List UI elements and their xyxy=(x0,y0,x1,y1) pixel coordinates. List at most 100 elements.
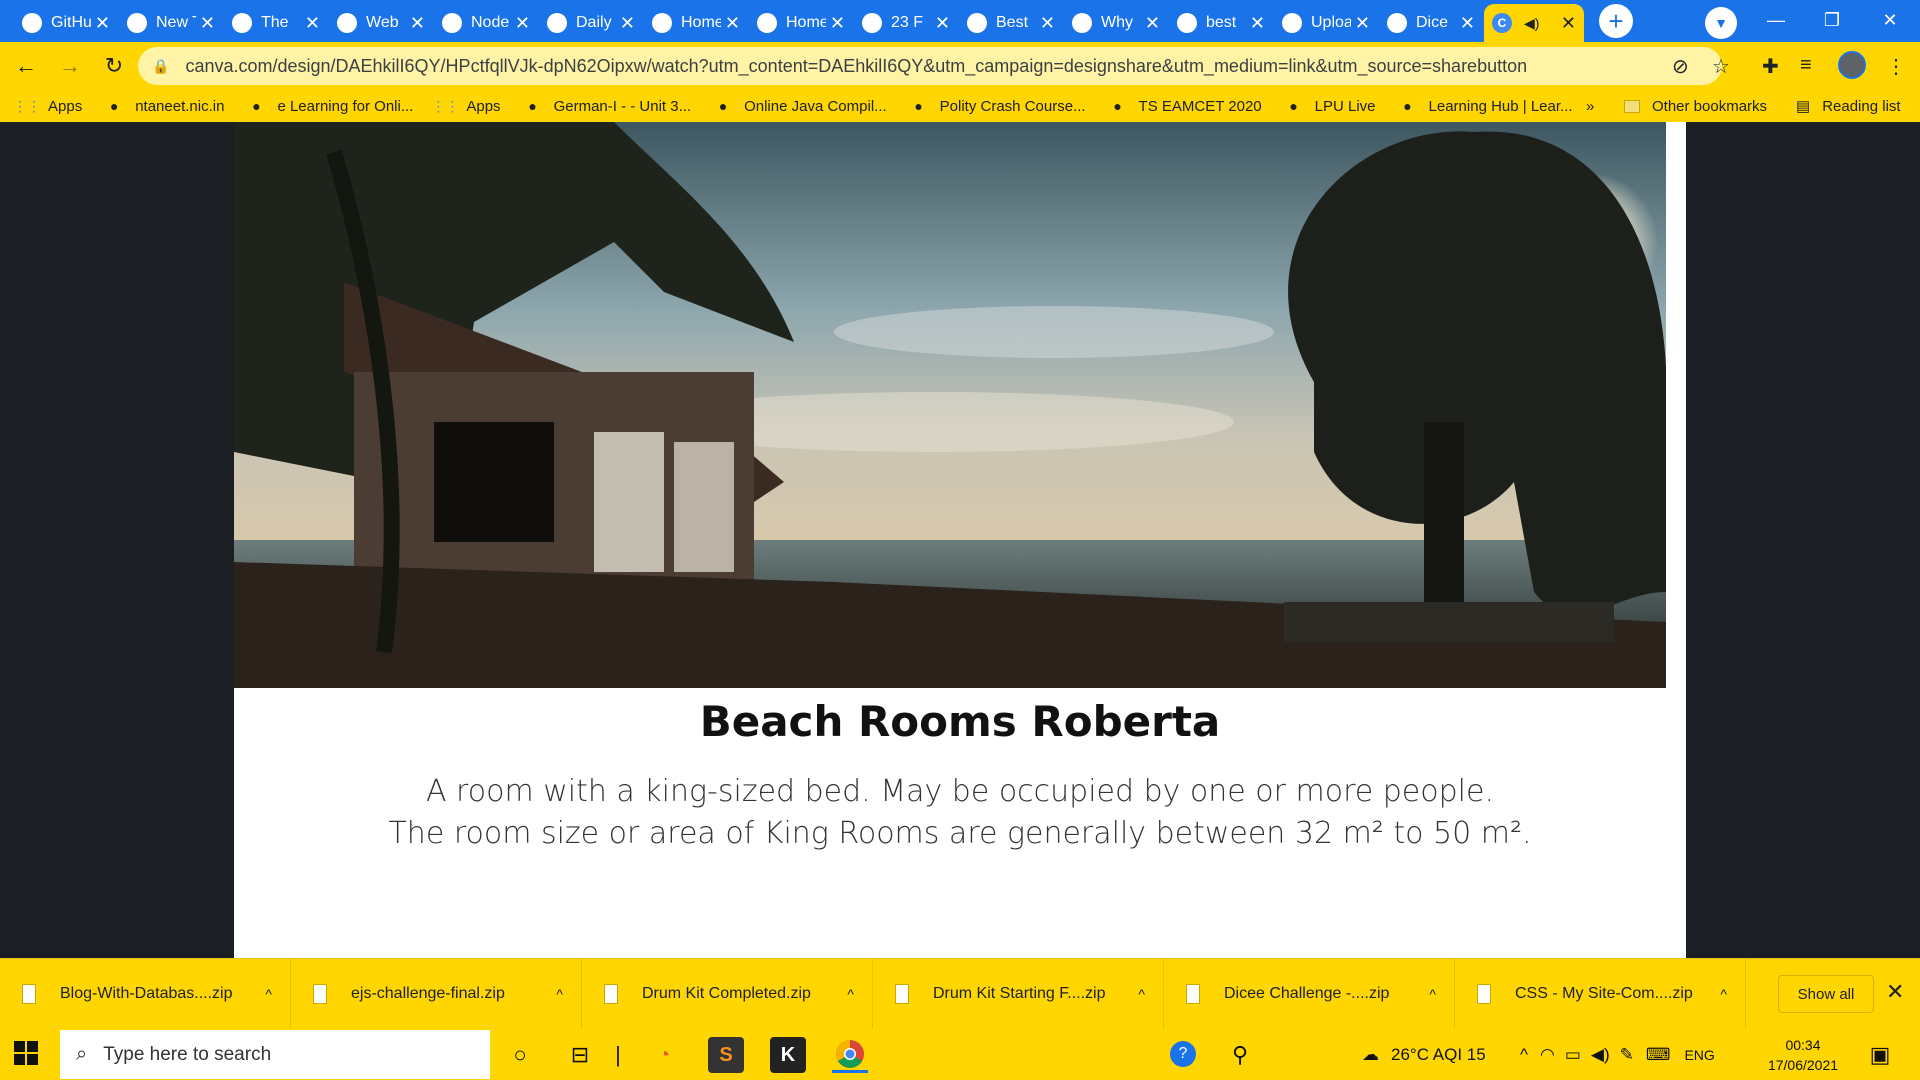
download-item[interactable]: Dicee Challenge -....zip ^ xyxy=(1164,958,1455,1030)
translate-icon[interactable]: ⊘ xyxy=(1672,54,1689,79)
lock-icon[interactable]: 🔒 xyxy=(152,58,169,75)
bookmark-item[interactable]: ● Learning Hub | Lear... xyxy=(1399,97,1572,115)
volume-icon[interactable]: ◀) xyxy=(1591,1045,1610,1065)
tab[interactable]: Best ✕ xyxy=(959,4,1063,42)
people-icon[interactable]: ⚲ xyxy=(1226,1039,1254,1071)
tab[interactable]: Dice ✕ xyxy=(1379,4,1483,42)
chevron-up-icon[interactable]: ^ xyxy=(847,986,854,1002)
reload-icon[interactable]: ↻ xyxy=(92,53,136,79)
close-tab-icon[interactable]: ✕ xyxy=(725,13,740,34)
close-tab-icon[interactable]: ✕ xyxy=(1040,13,1055,34)
sublime-text-app-icon[interactable]: S xyxy=(708,1037,744,1073)
bookmark-label: e Learning for Onli... xyxy=(277,97,414,115)
chevron-up-icon[interactable]: ^ xyxy=(1429,986,1436,1002)
tab[interactable]: Web ✕ xyxy=(329,4,433,42)
other-bookmarks[interactable]: Other bookmarks xyxy=(1624,90,1767,122)
tab-search-button[interactable]: ▼ xyxy=(1705,7,1737,39)
system-clock[interactable]: 00:34 17/06/2021 xyxy=(1760,1035,1846,1075)
wifi-icon[interactable]: ◠ xyxy=(1540,1045,1555,1065)
url-text[interactable]: canva.com/design/DAEhkilI6QY/HPctfqllVJk… xyxy=(185,56,1527,77)
cortana-icon[interactable]: ○ xyxy=(506,1039,534,1071)
chevron-up-icon[interactable]: ^ xyxy=(1138,986,1145,1002)
tab[interactable]: best ✕ xyxy=(1169,4,1273,42)
download-item[interactable]: Blog-With-Databas....zip ^ xyxy=(0,958,291,1030)
keyboard-icon[interactable]: ⌨ xyxy=(1646,1045,1671,1065)
close-tab-icon[interactable]: ✕ xyxy=(1355,13,1370,34)
download-item[interactable]: CSS - My Site-Com....zip ^ xyxy=(1455,958,1746,1030)
tab[interactable]: 23 F ✕ xyxy=(854,4,958,42)
pen-icon[interactable]: ✎ xyxy=(1620,1045,1634,1065)
bookmark-item[interactable]: ⋮⋮ Apps xyxy=(431,97,500,115)
chevron-up-icon[interactable]: ^ xyxy=(265,986,272,1002)
bookmark-label: German-I - - Unit 3... xyxy=(553,97,692,115)
show-all-downloads-button[interactable]: Show all xyxy=(1778,975,1874,1013)
close-downloads-icon[interactable]: ✕ xyxy=(1886,979,1904,1005)
chrome-app-icon[interactable] xyxy=(832,1037,868,1073)
tab[interactable]: New Tab✕ xyxy=(119,4,223,42)
none xyxy=(127,13,147,33)
battery-icon[interactable]: ▭ xyxy=(1565,1045,1581,1065)
reading-list[interactable]: ▤ Reading list xyxy=(1796,90,1901,122)
notifications-icon[interactable]: ▣ xyxy=(1866,1039,1894,1071)
close-tab-icon[interactable]: ✕ xyxy=(1250,13,1265,34)
bookmark-item[interactable]: ● Polity Crash Course... xyxy=(910,97,1085,115)
bookmark-item[interactable]: ⋮⋮ Apps xyxy=(13,97,82,115)
tab-active[interactable]: C ◀) ✕ xyxy=(1484,4,1584,42)
close-tab-icon[interactable]: ✕ xyxy=(1460,13,1475,34)
close-tab-icon[interactable]: ✕ xyxy=(95,13,110,34)
close-tab-icon[interactable]: ✕ xyxy=(410,13,425,34)
chevron-up-icon[interactable]: ^ xyxy=(556,986,563,1002)
tab[interactable]: Upload✕ xyxy=(1274,4,1378,42)
kali-app-icon[interactable]: K xyxy=(770,1037,806,1073)
bookmark-star-icon[interactable]: ☆ xyxy=(1712,54,1730,79)
menu-kebab-icon[interactable]: ⋮ xyxy=(1886,54,1906,79)
extensions-puzzle-icon[interactable]: ✚ xyxy=(1762,54,1779,79)
tab[interactable]: Home ✕ xyxy=(749,4,853,42)
tab[interactable]: Node ✕ xyxy=(434,4,538,42)
help-icon[interactable]: ? xyxy=(1170,1041,1196,1067)
weather-widget[interactable]: ☁ 26°C AQI 15 xyxy=(1362,1029,1486,1080)
close-tab-icon[interactable]: ✕ xyxy=(620,13,635,34)
chevron-up-icon[interactable]: ^ xyxy=(1720,986,1727,1002)
close-tab-icon[interactable]: ✕ xyxy=(515,13,530,34)
back-arrow-icon[interactable]: ← xyxy=(4,53,48,79)
media-control-icon[interactable]: ≡ xyxy=(1800,54,1812,77)
bookmark-item[interactable]: ● ntaneet.nic.in xyxy=(105,97,224,115)
bookmarks-overflow-button[interactable]: » xyxy=(1586,90,1594,122)
tab[interactable]: Home ✕ xyxy=(644,4,748,42)
tab[interactable]: Why ✕ xyxy=(1064,4,1168,42)
download-item[interactable]: ejs-challenge-final.zip ^ xyxy=(291,958,582,1030)
close-tab-icon[interactable]: ✕ xyxy=(305,13,320,34)
restore-button[interactable]: ❐ xyxy=(1804,0,1860,40)
close-tab-icon[interactable]: ✕ xyxy=(830,13,845,34)
task-view-icon[interactable]: ⊟ xyxy=(566,1039,594,1071)
windows-start-icon[interactable] xyxy=(14,1041,38,1065)
download-item[interactable]: Drum Kit Starting F....zip ^ xyxy=(873,958,1164,1030)
bookmark-item[interactable]: ● TS EAMCET 2020 xyxy=(1109,97,1261,115)
minimize-button[interactable]: — xyxy=(1748,0,1804,40)
speaker-icon[interactable]: ◀) xyxy=(1524,15,1539,32)
postman-app-icon[interactable]: ◔ xyxy=(646,1037,682,1073)
language-indicator[interactable]: ENG xyxy=(1684,1047,1714,1063)
bookmark-item[interactable]: ● e Learning for Onli... xyxy=(247,97,413,115)
new-tab-button[interactable]: + xyxy=(1599,4,1633,38)
close-tab-icon[interactable]: ✕ xyxy=(935,13,950,34)
forward-arrow-icon[interactable]: → xyxy=(48,53,92,79)
close-tab-icon[interactable]: ✕ xyxy=(1145,13,1160,34)
close-tab-icon[interactable]: ✕ xyxy=(1561,13,1576,34)
tab[interactable]: GitHub✕ xyxy=(14,4,118,42)
profile-avatar[interactable] xyxy=(1838,51,1866,79)
bookmark-item[interactable]: ● German-I - - Unit 3... xyxy=(524,97,692,115)
tab[interactable]: The ✕ xyxy=(224,4,328,42)
tab[interactable]: Daily ✕ xyxy=(539,4,643,42)
globe-icon: ● xyxy=(1113,98,1122,114)
address-bar[interactable]: 🔒 canva.com/design/DAEhkilI6QY/HPctfqllV… xyxy=(138,47,1722,85)
show-hidden-icons-chevron-icon[interactable]: ^ xyxy=(1520,1045,1528,1065)
bookmark-item[interactable]: ● Online Java Compil... xyxy=(714,97,887,115)
zip-file-icon xyxy=(1186,984,1200,1004)
download-item[interactable]: Drum Kit Completed.zip ^ xyxy=(582,958,873,1030)
close-window-button[interactable]: ✕ xyxy=(1862,0,1918,40)
close-tab-icon[interactable]: ✕ xyxy=(200,13,215,34)
bookmark-item[interactable]: ● LPU Live xyxy=(1285,97,1375,115)
taskbar-search[interactable]: ⌕ Type here to search xyxy=(60,1030,490,1079)
